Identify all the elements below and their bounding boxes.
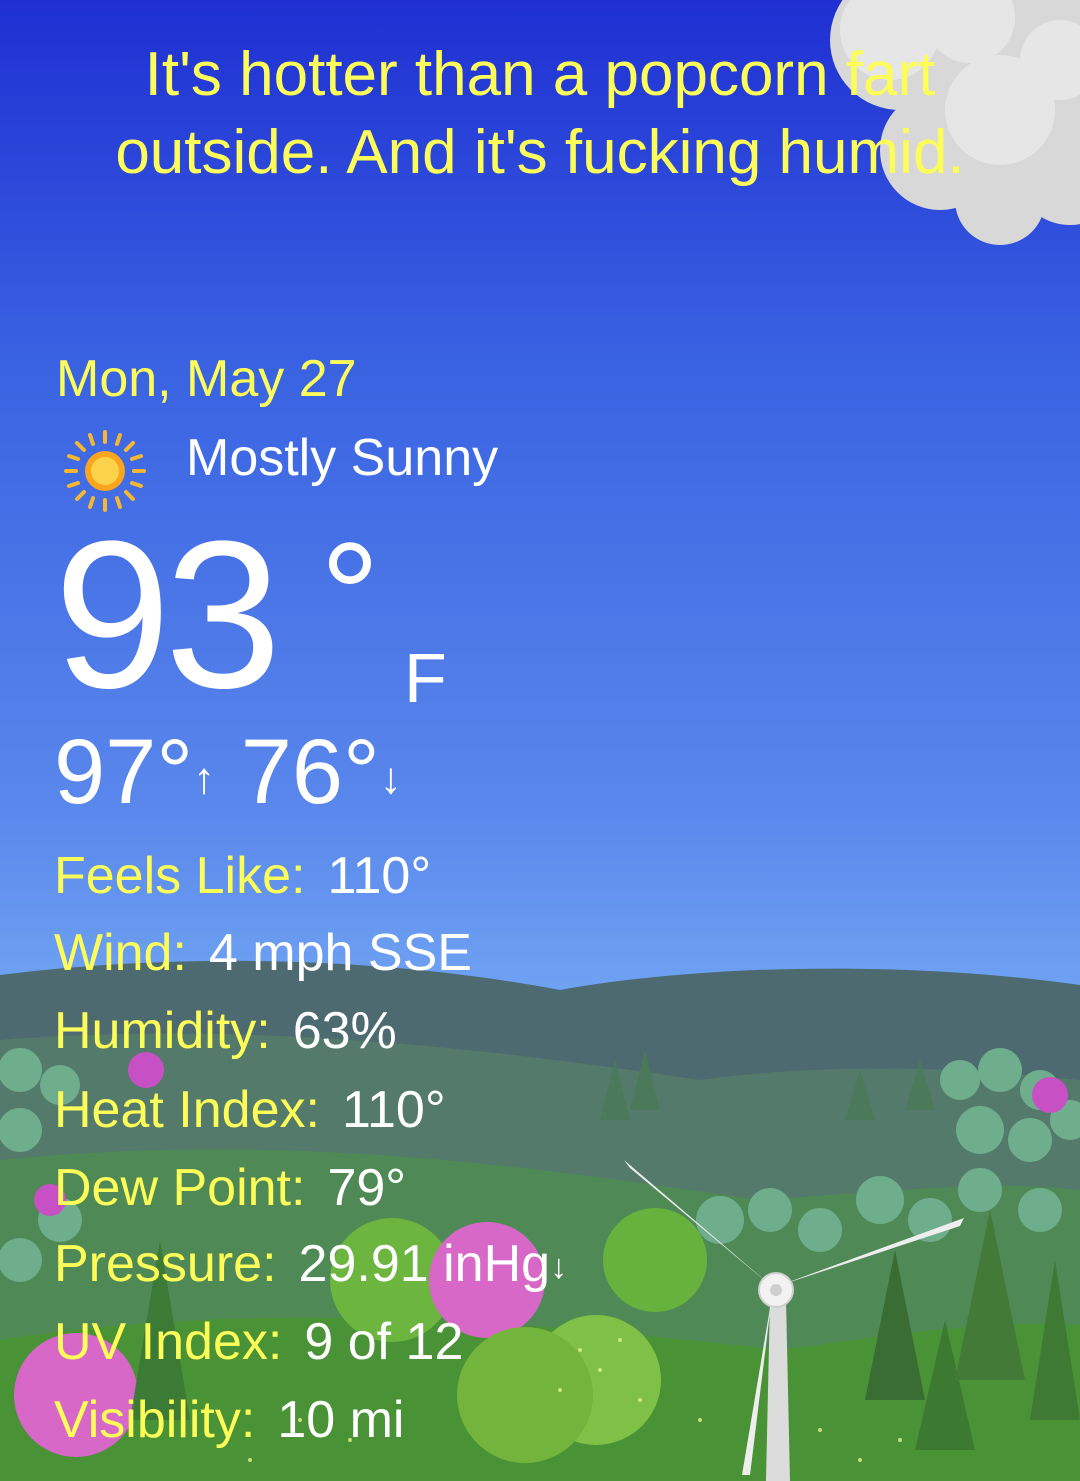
date-label: Mon, May 27 <box>56 350 357 408</box>
detail-humidity: Humidity: 63% <box>54 1001 397 1061</box>
degree-symbol: ° <box>320 511 380 679</box>
detail-value: 29.91 inHg <box>298 1235 551 1293</box>
pressure-trend-down-icon: ↓ <box>550 1247 568 1286</box>
arrow-down-icon: ↓ <box>379 753 402 803</box>
detail-label: Feels Like: <box>54 847 306 905</box>
detail-value: 110° <box>327 847 432 905</box>
temperature-unit: F <box>404 639 447 717</box>
detail-label: Wind: <box>54 924 187 982</box>
high-temperature: 97° <box>54 721 194 823</box>
current-temperature: 93 <box>54 497 282 732</box>
detail-visibility: Visibility: 10 mi <box>54 1390 404 1450</box>
low-temperature: 76° <box>240 721 380 823</box>
headline-line-1: It's hotter than a popcorn fart <box>144 40 936 109</box>
detail-value: 63% <box>292 1002 397 1060</box>
detail-dew-point: Dew Point: 79° <box>54 1158 406 1218</box>
detail-label: Dew Point: <box>54 1159 306 1217</box>
detail-label: UV Index: <box>54 1313 283 1371</box>
weather-scene: It's hotter than a popcorn fart outside.… <box>0 0 1080 1481</box>
detail-label: Humidity: <box>54 1002 271 1060</box>
arrow-up-icon: ↑ <box>193 753 216 803</box>
detail-value: 110° <box>341 1081 446 1139</box>
detail-heat-index: Heat Index: 110° <box>54 1080 446 1140</box>
high-low-temperature: 97°↑ 76°↓ <box>54 726 402 825</box>
detail-uv-index: UV Index: 9 of 12 <box>54 1312 463 1372</box>
headline-text: It's hotter than a popcorn fart outside.… <box>40 36 1040 192</box>
detail-value: 10 mi <box>277 1391 405 1449</box>
detail-label: Pressure: <box>54 1235 277 1293</box>
condition-label: Mostly Sunny <box>186 429 499 487</box>
detail-wind: Wind: 4 mph SSE <box>54 923 472 983</box>
detail-value: 9 of 12 <box>304 1313 464 1371</box>
detail-value: 4 mph SSE <box>208 924 472 982</box>
detail-pressure: Pressure: 29.91 inHg↓ <box>54 1234 567 1294</box>
detail-feels-like: Feels Like: 110° <box>54 846 431 906</box>
detail-label: Heat Index: <box>54 1081 320 1139</box>
detail-label: Visibility: <box>54 1391 256 1449</box>
headline-line-2: outside. And it's fucking humid. <box>115 118 965 187</box>
detail-value: 79° <box>327 1159 407 1217</box>
